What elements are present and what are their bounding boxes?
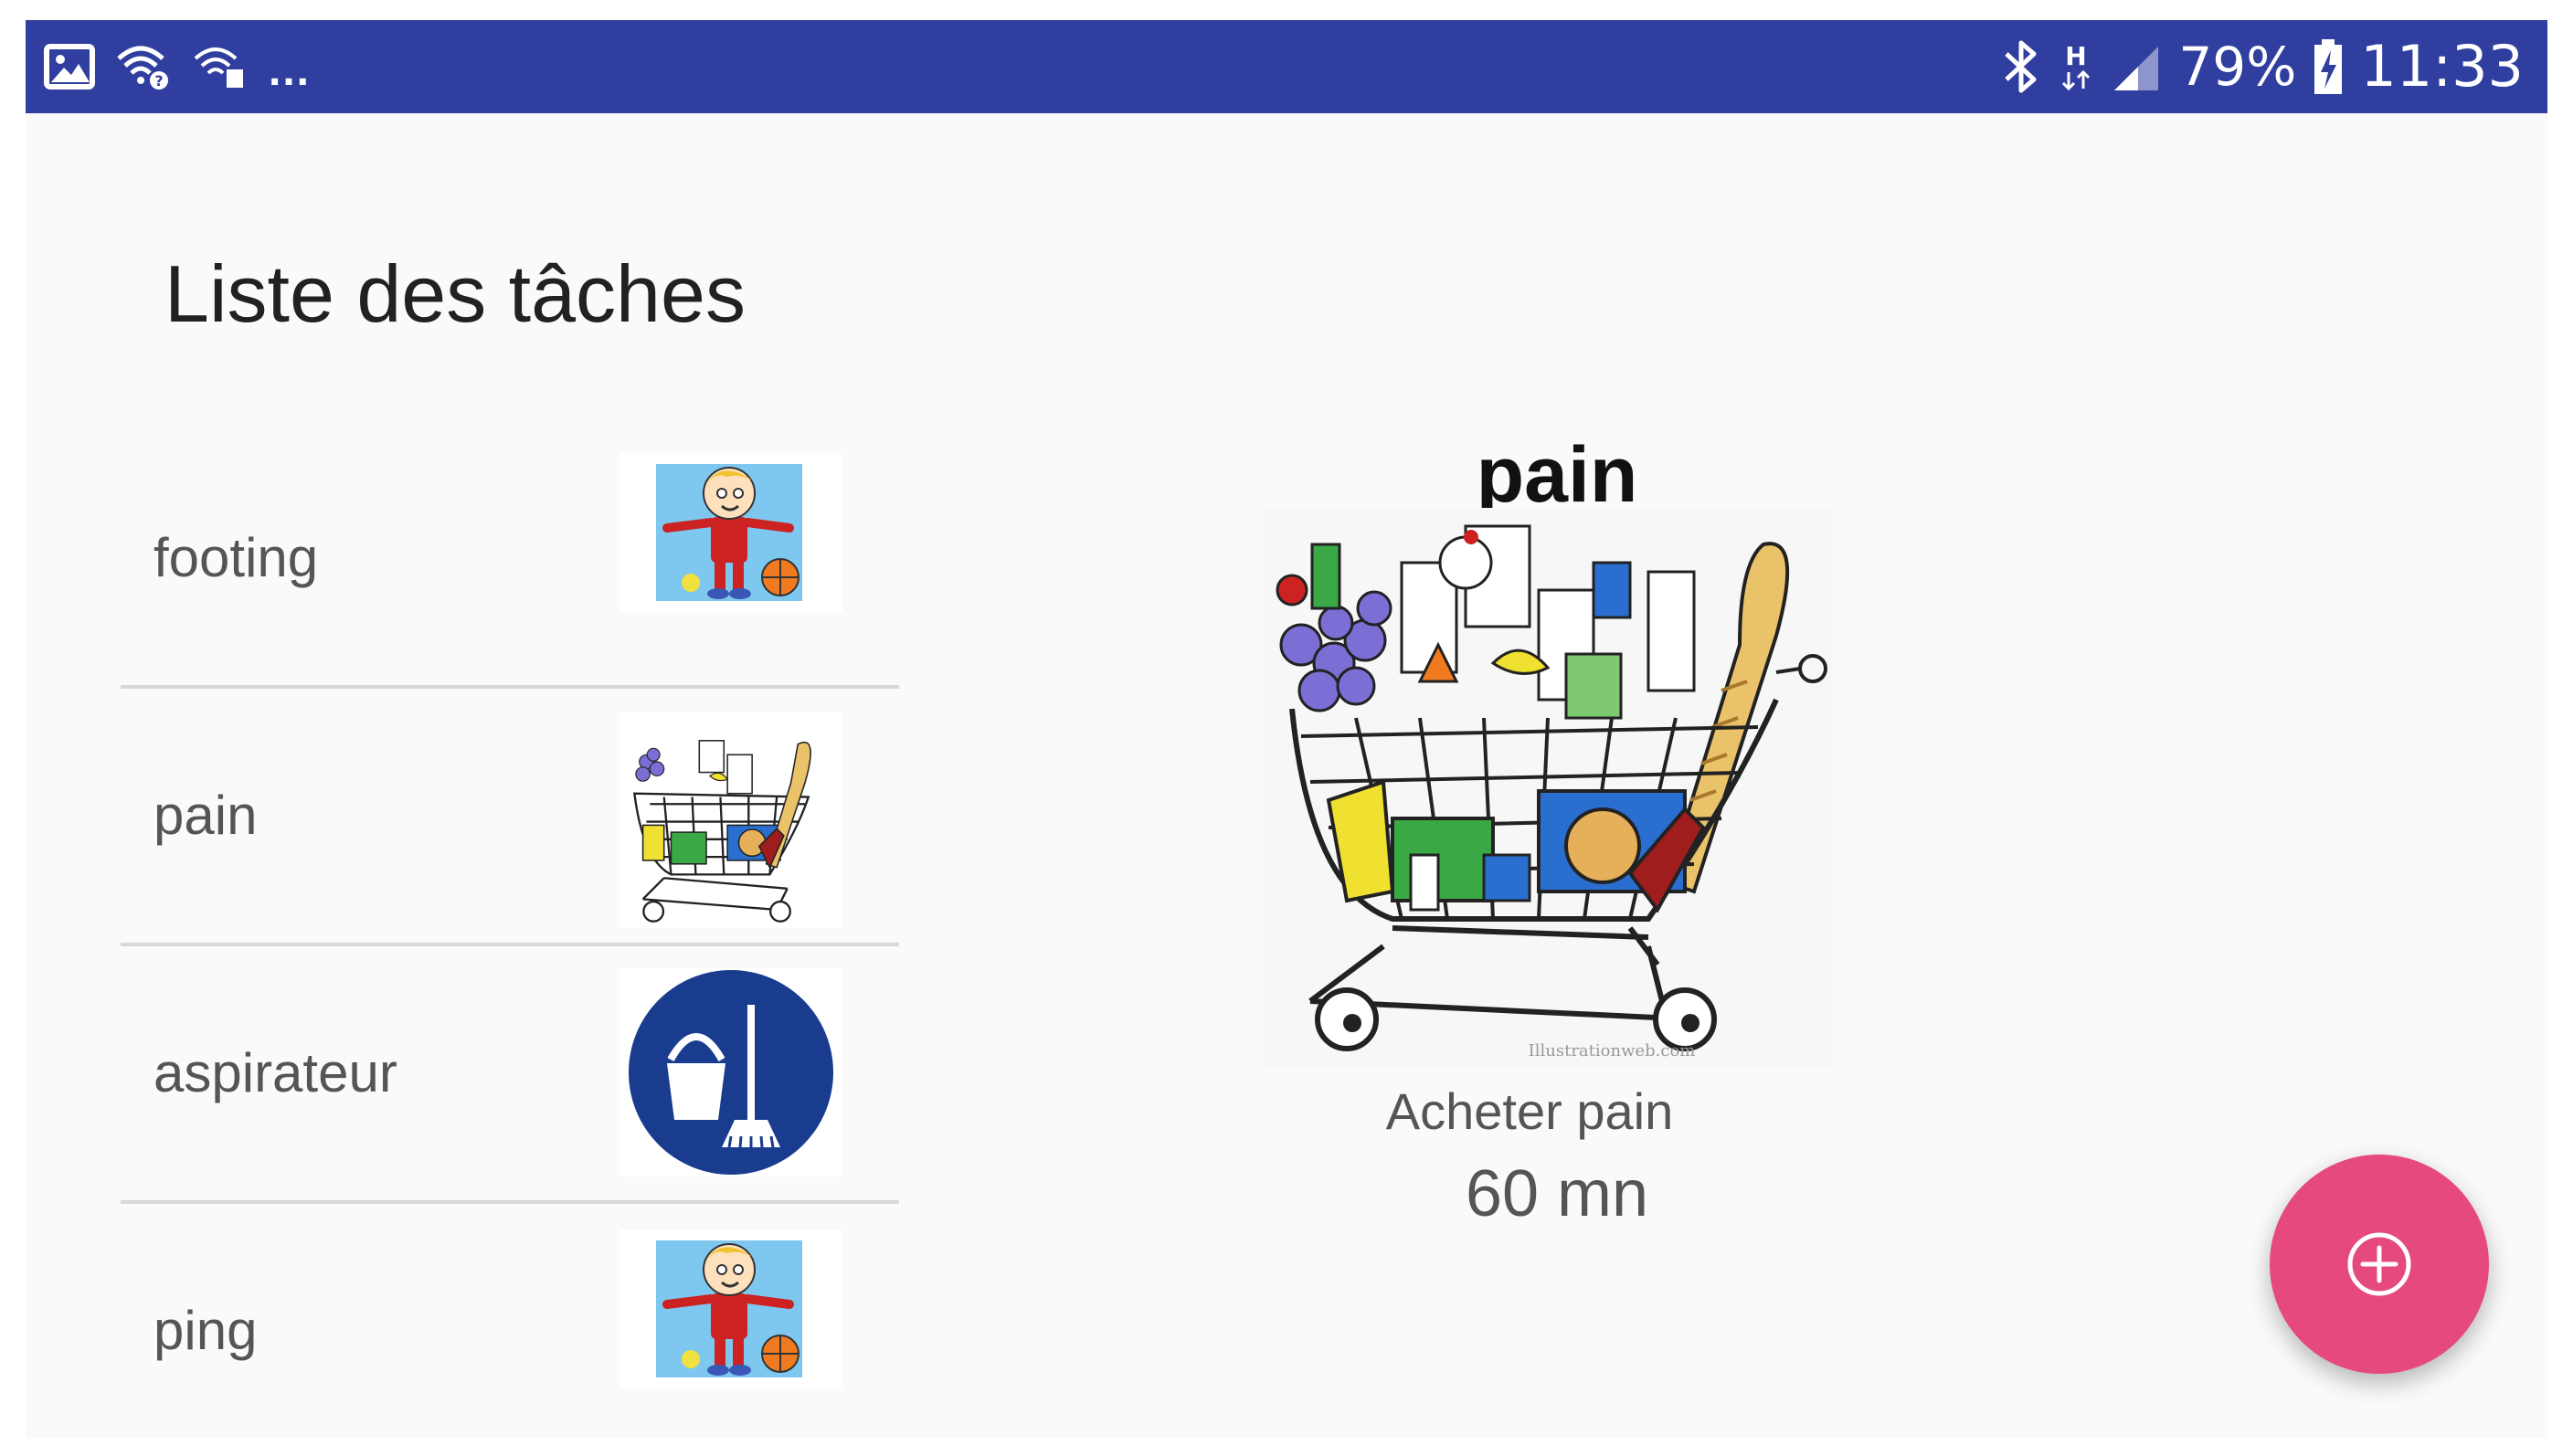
task-label: aspirateur [154,1042,397,1103]
app-screen: ? ... H 79% 11:33 Liste des tâches footi… [26,20,2547,1438]
more-notifications-indicator: ... [269,46,312,95]
battery-charging-icon [2313,37,2344,96]
bluetooth-icon [2001,39,2041,94]
h-data-icon: H [2058,39,2094,94]
cleaning-bucket-broom-icon [619,968,842,1176]
task-label: ping [154,1300,258,1361]
task-label: footing [154,527,319,588]
status-bar: ? ... H 79% 11:33 [26,20,2547,113]
child-cartoon-image [619,1229,842,1388]
image-watermark: Illustrationweb.com [1529,1041,1696,1060]
status-bar-right: H 79% 11:33 [2001,29,2524,104]
task-list: footing pain aspirateur ping [121,431,899,1438]
task-row-ping[interactable]: ping [121,1204,899,1438]
detail-description: Acheter pain [1385,1082,1674,1140]
wifi-data-icon [192,42,249,91]
shopping-cart-image [619,712,842,928]
child-cartoon-image [619,453,842,612]
add-circle-icon [2345,1229,2414,1299]
task-row-footing[interactable]: footing [121,431,899,689]
wifi-question-icon: ? [115,42,172,91]
detail-duration: 60 mn [1465,1157,1649,1230]
status-bar-left: ? ... [44,37,311,97]
task-row-aspirateur[interactable]: aspirateur [121,946,899,1204]
image-icon [44,44,95,90]
clock: 11:33 [2360,33,2524,100]
detail-title: pain [1476,431,1638,519]
page-title: Liste des tâches [164,248,746,339]
battery-percent: 79% [2178,36,2297,98]
signal-icon [2111,41,2162,92]
svg-text:?: ? [154,72,163,90]
task-row-pain[interactable]: pain [121,689,899,946]
task-label: pain [154,785,258,846]
shopping-cart-image: Illustrationweb.com [1265,508,1831,1067]
svg-text:H: H [2066,41,2087,71]
add-task-button[interactable] [2270,1155,2489,1374]
